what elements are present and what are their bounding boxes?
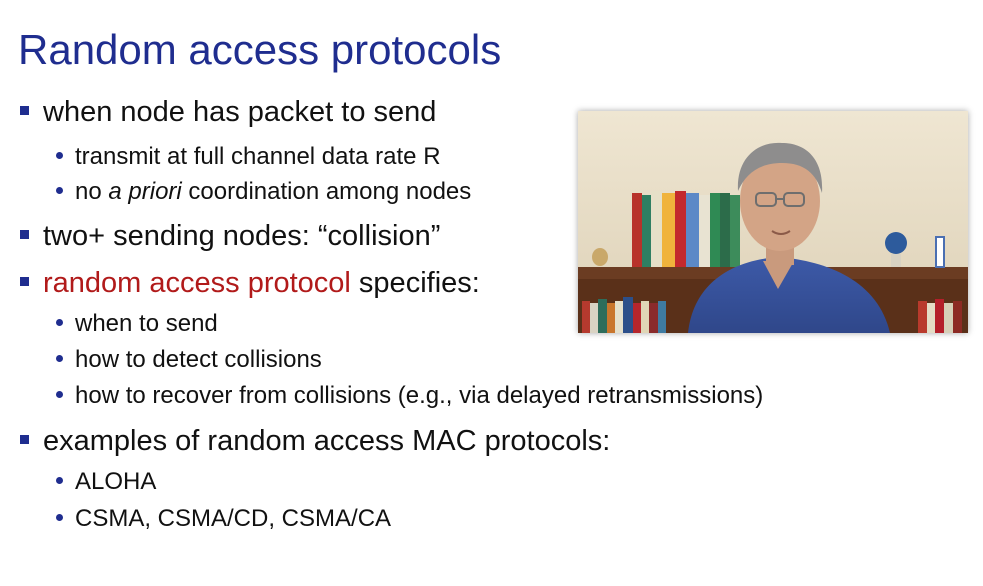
square-bullet-icon (20, 276, 29, 286)
slide-title: Random access protocols (18, 26, 502, 73)
sub-bullet-text-pre: no (75, 178, 109, 205)
round-bullet-icon (56, 187, 63, 195)
presenter-video (578, 111, 968, 333)
sub-bullet-item: how to detect collisions (56, 346, 322, 374)
bullet-item: when node has packet to send (20, 96, 436, 129)
square-bullet-icon (20, 434, 29, 444)
sub-bullet-text: CSMA, CSMA/CD, CSMA/CA (75, 505, 392, 532)
round-bullet-icon (56, 355, 63, 363)
sub-bullet-item: ALOHA (56, 468, 156, 496)
round-bullet-icon (56, 319, 63, 327)
sub-bullet-text: when to send (75, 310, 218, 337)
bullet-text: two+ sending nodes: “collision” (43, 220, 441, 252)
book-row (632, 191, 740, 267)
round-bullet-icon (56, 477, 63, 485)
round-bullet-icon (56, 514, 63, 522)
bullet-text: examples of random access MAC protocols: (43, 425, 611, 457)
bullet-item: random access protocol specifies: (20, 267, 480, 300)
round-bullet-icon (56, 152, 63, 160)
sub-bullet-text: ALOHA (75, 468, 157, 495)
bullet-item: two+ sending nodes: “collision” (20, 220, 440, 253)
square-bullet-icon (20, 105, 29, 115)
bullet-item: examples of random access MAC protocols: (20, 425, 610, 458)
bullet-text: when node has packet to send (43, 96, 437, 128)
bullet-accent-text: random access protocol (43, 267, 351, 299)
sub-bullet-item: no a priori coordination among nodes (56, 178, 471, 206)
square-bullet-icon (20, 229, 29, 239)
bullet-text: specifies: (350, 267, 480, 299)
sub-bullet-text-post: coordination among nodes (181, 178, 472, 205)
sub-bullet-item: CSMA, CSMA/CD, CSMA/CA (56, 505, 391, 533)
sub-bullet-item: how to recover from collisions (e.g., vi… (56, 382, 763, 410)
sub-bullet-text: how to detect collisions (75, 346, 322, 373)
presenter-scene (578, 111, 968, 333)
sub-bullet-text: transmit at full channel data rate R (75, 143, 441, 170)
sub-bullet-text: how to recover from collisions (e.g., vi… (75, 382, 764, 409)
sub-bullet-italic: a priori (108, 178, 182, 205)
round-bullet-icon (56, 391, 63, 399)
sub-bullet-item: when to send (56, 310, 218, 338)
sub-bullet-item: transmit at full channel data rate R (56, 143, 441, 171)
